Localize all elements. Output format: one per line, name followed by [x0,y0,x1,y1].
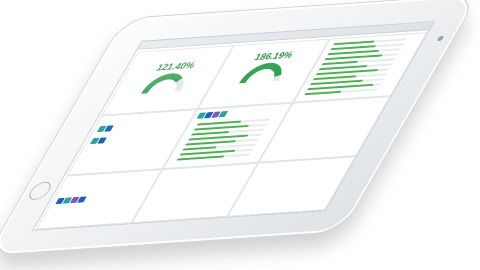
icon-row-top [96,125,114,133]
camera-icon [436,35,445,42]
bar-fill [176,155,225,161]
icon-row-right [196,110,229,119]
gauge-2-dial [239,62,282,84]
dashboard-grid: 121.40% 186.19% [34,30,429,230]
dashboard-screen: 121.40% 186.19% [31,21,436,231]
bar-fill [304,90,342,96]
icon-row-middle [89,137,107,145]
icon-row-bottom [55,196,87,205]
gauge-1-dial [141,73,184,94]
tablet-device: 121.40% 186.19% [0,0,480,256]
